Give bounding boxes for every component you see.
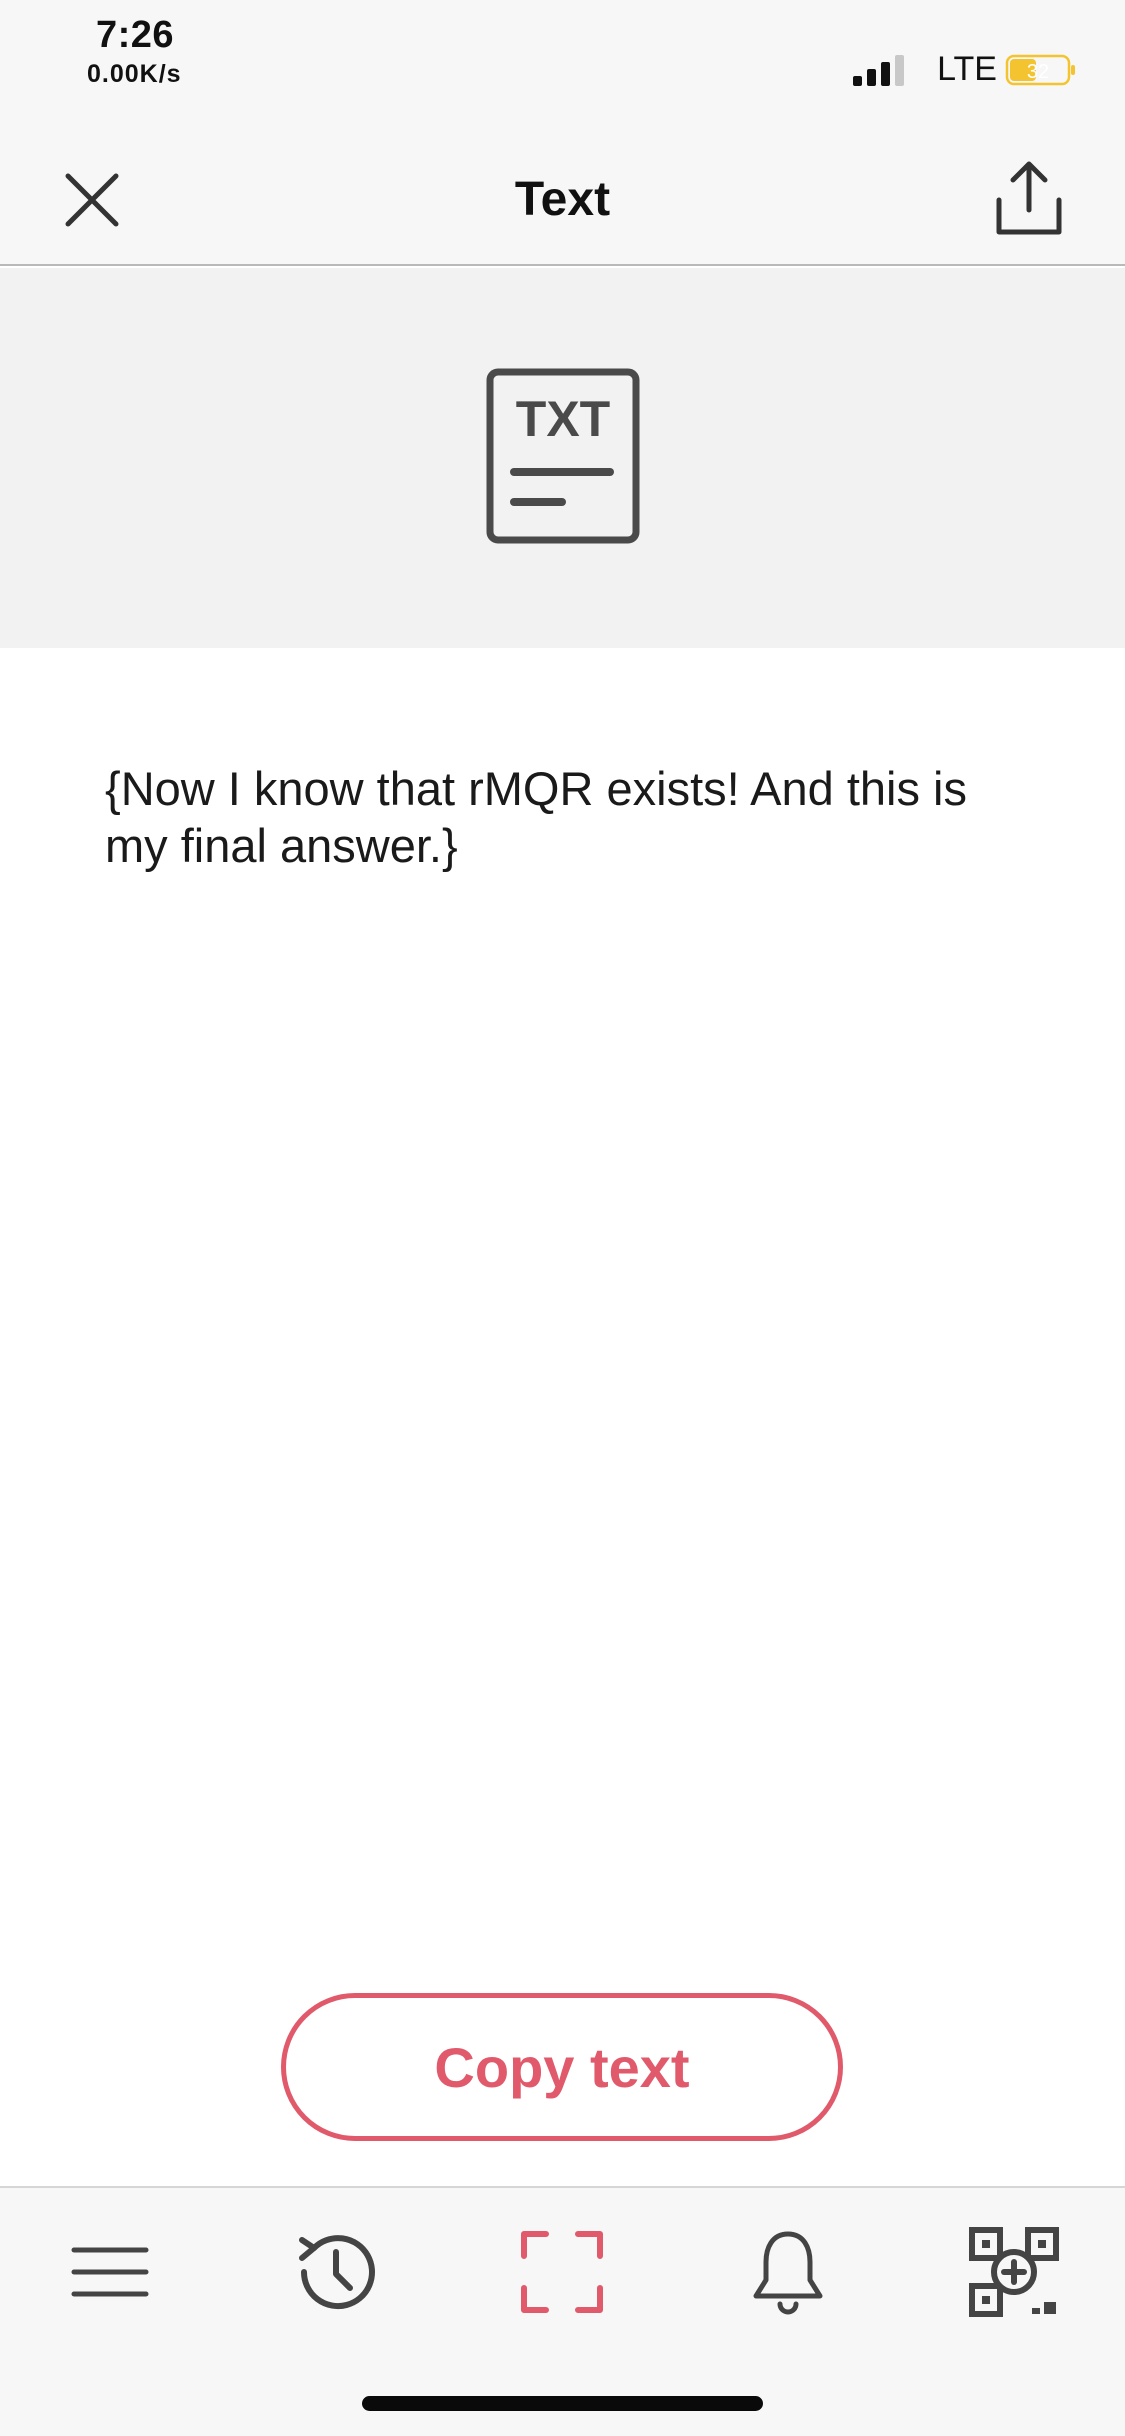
- txt-document-icon: TXT: [486, 368, 640, 544]
- status-bar: 7:26 0.00K/s LTE 32: [0, 0, 1125, 132]
- page-title: Text: [514, 173, 611, 226]
- history-icon[interactable]: [286, 2222, 386, 2322]
- network-speed: 0.00K/s: [87, 60, 182, 88]
- status-time: 7:26: [96, 14, 175, 56]
- share-icon[interactable]: [989, 158, 1069, 238]
- qr-create-icon[interactable]: [964, 2222, 1064, 2322]
- navigation-bar: Text: [0, 132, 1125, 266]
- scan-icon[interactable]: [512, 2222, 612, 2322]
- status-indicators: LTE 32: [757, 50, 1077, 90]
- battery-icon: 32: [1005, 54, 1075, 86]
- menu-icon[interactable]: [60, 2222, 160, 2322]
- signal-icon: [853, 55, 904, 86]
- battery-level: 32: [1027, 61, 1049, 83]
- carrier-label: LTE: [937, 50, 997, 88]
- bell-icon[interactable]: [738, 2222, 838, 2322]
- screen: 7:26 0.00K/s LTE 32 Text TXT {Now I know…: [0, 0, 1125, 2436]
- decoded-text: {Now I know that rMQR exists! And this i…: [105, 762, 967, 872]
- content-type-header: TXT: [0, 268, 1125, 648]
- copy-text-button[interactable]: Copy text: [281, 1993, 843, 2141]
- home-indicator[interactable]: [362, 2396, 763, 2411]
- txt-icon-label: TXT: [516, 391, 610, 447]
